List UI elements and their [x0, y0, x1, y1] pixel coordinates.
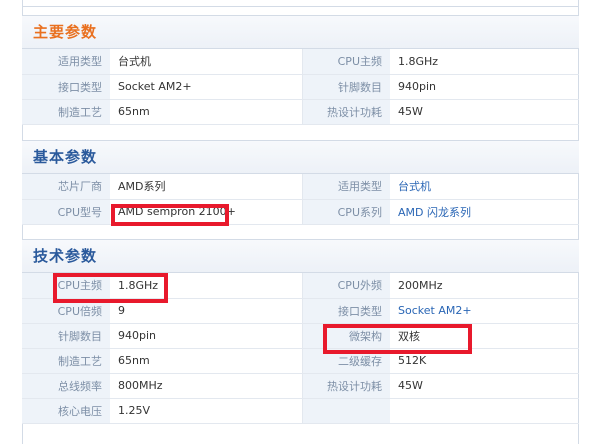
main-params-section: 主要参数 适用类型 台式机 CPU主频 1.8GHz 接口类型 Socket A… — [22, 15, 579, 125]
spec-table: 适用类型 台式机 CPU主频 1.8GHz 接口类型 Socket AM2+ 针… — [22, 49, 579, 125]
spec-value: 45W — [390, 99, 579, 125]
spec-key: 核心电压 — [22, 398, 110, 424]
table-row: 总线频率 800MHz 热设计功耗 45W — [22, 373, 579, 399]
table-row: 接口类型 Socket AM2+ 针脚数目 940pin — [22, 74, 579, 100]
spec-value: 双核 — [390, 323, 579, 349]
table-row: 制造工艺 65nm 热设计功耗 45W — [22, 99, 579, 125]
spec-key: 针脚数目 — [302, 74, 390, 100]
spec-key: CPU主频 — [22, 273, 110, 299]
spec-key: 制造工艺 — [22, 348, 110, 374]
spec-value: 1.25V — [110, 398, 303, 424]
spec-key: CPU倍频 — [22, 298, 110, 324]
spec-key: 热设计功耗 — [302, 99, 390, 125]
table-row: 适用类型 台式机 CPU主频 1.8GHz — [22, 49, 579, 75]
spec-value: 940pin — [390, 74, 579, 100]
spec-value: Socket AM2+ — [110, 74, 303, 100]
spec-value: 45W — [390, 373, 579, 399]
section-title: 技术参数 — [22, 239, 579, 273]
spec-key: 适用类型 — [22, 49, 110, 75]
spec-table: CPU主频 1.8GHz CPU外频 200MHz CPU倍频 9 接口类型 S… — [22, 273, 579, 424]
spec-value: 台式机 — [110, 49, 303, 75]
spec-value: 65nm — [110, 99, 303, 125]
table-row: CPU倍频 9 接口类型 Socket AM2+ — [22, 298, 579, 324]
spec-value: 1.8GHz — [390, 49, 579, 75]
basic-params-section: 基本参数 芯片厂商 AMD系列 适用类型 台式机 CPU型号 AMD sempr… — [22, 140, 579, 225]
table-row: CPU主频 1.8GHz CPU外频 200MHz — [22, 273, 579, 299]
spec-key: 芯片厂商 — [22, 174, 110, 200]
spec-key: 热设计功耗 — [302, 373, 390, 399]
tech-params-section: 技术参数 CPU主频 1.8GHz CPU外频 200MHz CPU倍频 9 接… — [22, 239, 579, 424]
table-row: 芯片厂商 AMD系列 适用类型 台式机 — [22, 174, 579, 200]
spec-key: 针脚数目 — [22, 323, 110, 349]
spec-key: CPU系列 — [302, 199, 390, 225]
spec-key: CPU主频 — [302, 49, 390, 75]
spec-value: 200MHz — [390, 273, 579, 299]
spec-key — [302, 398, 390, 424]
section-title: 主要参数 — [22, 15, 579, 49]
spec-key: 二级缓存 — [302, 348, 390, 374]
spec-value-link[interactable]: 台式机 — [390, 174, 579, 200]
spec-key: 接口类型 — [22, 74, 110, 100]
spec-key: CPU型号 — [22, 199, 110, 225]
spec-value: 940pin — [110, 323, 303, 349]
spec-value-link[interactable]: AMD 闪龙系列 — [390, 199, 579, 225]
spec-value: 800MHz — [110, 373, 303, 399]
spec-key: 总线频率 — [22, 373, 110, 399]
spec-value: 9 — [110, 298, 303, 324]
spec-key: 制造工艺 — [22, 99, 110, 125]
spec-value: 512K — [390, 348, 579, 374]
spec-key: CPU外频 — [302, 273, 390, 299]
spec-value: 1.8GHz — [110, 273, 303, 299]
spec-key: 微架构 — [302, 323, 390, 349]
spec-key: 适用类型 — [302, 174, 390, 200]
spec-value: AMD sempron 2100+ — [110, 199, 303, 225]
section-title: 基本参数 — [22, 140, 579, 174]
table-row: 核心电压 1.25V — [22, 398, 579, 424]
table-row: 针脚数目 940pin 微架构 双核 — [22, 323, 579, 349]
spec-value: 65nm — [110, 348, 303, 374]
spec-page: 主要参数 适用类型 台式机 CPU主频 1.8GHz 接口类型 Socket A… — [0, 0, 600, 444]
spec-value — [390, 398, 579, 424]
spec-key: 接口类型 — [302, 298, 390, 324]
spec-value-link[interactable]: Socket AM2+ — [390, 298, 579, 324]
spec-value: AMD系列 — [110, 174, 303, 200]
spec-table: 芯片厂商 AMD系列 适用类型 台式机 CPU型号 AMD sempron 21… — [22, 174, 579, 225]
top-edge — [22, 0, 579, 7]
table-row: 制造工艺 65nm 二级缓存 512K — [22, 348, 579, 374]
table-row: CPU型号 AMD sempron 2100+ CPU系列 AMD 闪龙系列 — [22, 199, 579, 225]
